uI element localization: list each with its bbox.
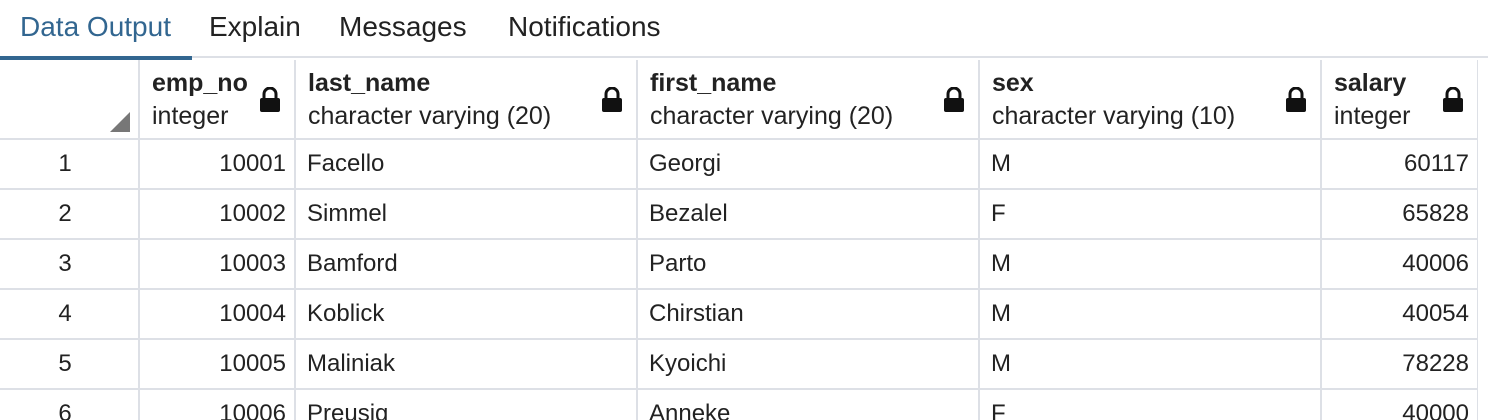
- column-name: sex: [992, 69, 1034, 97]
- cell-emp-no[interactable]: 10004: [138, 288, 296, 340]
- column-name: last_name: [308, 69, 431, 97]
- cell-emp-no[interactable]: 10002: [138, 188, 296, 240]
- cell-sex[interactable]: M: [978, 288, 1322, 340]
- column-type: integer: [1334, 102, 1411, 130]
- table-row[interactable]: 2 10002 Simmel Bezalel F 65828: [0, 188, 1478, 240]
- select-all-cell[interactable]: [0, 60, 140, 140]
- cell-sex[interactable]: M: [978, 138, 1322, 190]
- cell-salary[interactable]: 65828: [1320, 188, 1478, 240]
- header-row: emp_no integer last_name character varyi…: [0, 60, 1478, 140]
- cell-salary[interactable]: 60117: [1320, 138, 1478, 190]
- cell-emp-no[interactable]: 10006: [138, 388, 296, 420]
- cell-last-name[interactable]: Facello: [294, 138, 638, 190]
- cell-first-name[interactable]: Bezalel: [636, 188, 980, 240]
- tab-data-output[interactable]: Data Output: [0, 0, 192, 60]
- tab-messages[interactable]: Messages: [339, 0, 467, 58]
- query-result-panel: Data Output Explain Messages Notificatio…: [0, 0, 1488, 420]
- data-grid: emp_no integer last_name character varyi…: [0, 60, 1478, 420]
- cell-salary[interactable]: 40054: [1320, 288, 1478, 340]
- cell-first-name[interactable]: Chirstian: [636, 288, 980, 340]
- column-header-sex[interactable]: sex character varying (10): [978, 60, 1322, 140]
- row-number[interactable]: 4: [0, 288, 140, 340]
- row-number[interactable]: 1: [0, 138, 140, 190]
- cell-first-name[interactable]: Georgi: [636, 138, 980, 190]
- column-type: integer: [152, 102, 229, 130]
- cell-first-name[interactable]: Anneke: [636, 388, 980, 420]
- column-header-emp-no[interactable]: emp_no integer: [138, 60, 296, 140]
- cell-last-name[interactable]: Koblick: [294, 288, 638, 340]
- lock-icon: [260, 87, 280, 112]
- select-all-corner-icon[interactable]: [110, 112, 130, 132]
- lock-icon: [602, 87, 622, 112]
- lock-icon: [944, 87, 964, 112]
- cell-emp-no[interactable]: 10005: [138, 338, 296, 390]
- cell-last-name[interactable]: Preusig: [294, 388, 638, 420]
- cell-last-name[interactable]: Maliniak: [294, 338, 638, 390]
- row-number[interactable]: 6: [0, 388, 140, 420]
- cell-sex[interactable]: F: [978, 388, 1322, 420]
- cell-emp-no[interactable]: 10001: [138, 138, 296, 190]
- tab-notifications[interactable]: Notifications: [508, 0, 661, 58]
- table-row[interactable]: 3 10003 Bamford Parto M 40006: [0, 238, 1478, 290]
- result-tabs: Data Output Explain Messages Notificatio…: [0, 0, 1488, 60]
- column-name: salary: [1334, 69, 1407, 97]
- row-number[interactable]: 2: [0, 188, 140, 240]
- column-name: first_name: [650, 69, 777, 97]
- cell-last-name[interactable]: Simmel: [294, 188, 638, 240]
- cell-salary[interactable]: 78228: [1320, 338, 1478, 390]
- cell-salary[interactable]: 40006: [1320, 238, 1478, 290]
- table-row[interactable]: 1 10001 Facello Georgi M 60117: [0, 138, 1478, 190]
- column-type: character varying (20): [650, 102, 894, 130]
- cell-first-name[interactable]: Kyoichi: [636, 338, 980, 390]
- column-header-first-name[interactable]: first_name character varying (20): [636, 60, 980, 140]
- table-row[interactable]: 5 10005 Maliniak Kyoichi M 78228: [0, 338, 1478, 390]
- cell-sex[interactable]: M: [978, 238, 1322, 290]
- column-header-salary[interactable]: salary integer: [1320, 60, 1478, 140]
- table-row[interactable]: 6 10006 Preusig Anneke F 40000: [0, 388, 1478, 420]
- lock-icon: [1443, 87, 1463, 112]
- row-number[interactable]: 5: [0, 338, 140, 390]
- table-row[interactable]: 4 10004 Koblick Chirstian M 40054: [0, 288, 1478, 340]
- lock-icon: [1286, 87, 1306, 112]
- column-type: character varying (20): [308, 102, 552, 130]
- column-header-last-name[interactable]: last_name character varying (20): [294, 60, 638, 140]
- cell-sex[interactable]: F: [978, 188, 1322, 240]
- cell-salary[interactable]: 40000: [1320, 388, 1478, 420]
- row-number[interactable]: 3: [0, 238, 140, 290]
- column-type: character varying (10): [992, 102, 1236, 130]
- cell-emp-no[interactable]: 10003: [138, 238, 296, 290]
- tab-explain[interactable]: Explain: [209, 0, 301, 58]
- cell-sex[interactable]: M: [978, 338, 1322, 390]
- results-table: emp_no integer last_name character varyi…: [0, 60, 1478, 420]
- cell-last-name[interactable]: Bamford: [294, 238, 638, 290]
- cell-first-name[interactable]: Parto: [636, 238, 980, 290]
- column-name: emp_no: [152, 69, 248, 97]
